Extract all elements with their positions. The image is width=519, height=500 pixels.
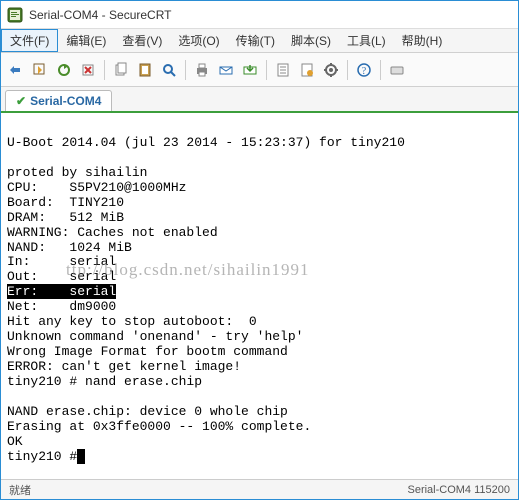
term-line: tiny210 # [7, 449, 77, 464]
term-line: Unknown command 'onenand' - try 'help' [7, 329, 303, 344]
term-line: tiny210 # nand erase.chip [7, 374, 202, 389]
connect-icon[interactable] [5, 59, 27, 81]
receive-icon[interactable] [239, 59, 261, 81]
options-icon[interactable] [320, 59, 342, 81]
print-icon[interactable] [191, 59, 213, 81]
toolbar-separator [185, 60, 186, 80]
paste-icon[interactable] [134, 59, 156, 81]
status-bar: 就绪 Serial-COM4 115200 [1, 479, 518, 499]
send-icon[interactable] [215, 59, 237, 81]
terminal-pane[interactable]: U-Boot 2014.04 (jul 23 2014 - 15:23:37) … [1, 113, 518, 473]
copy-icon[interactable] [110, 59, 132, 81]
term-line: ERROR: can't get kernel image! [7, 359, 241, 374]
quick-connect-icon[interactable] [29, 59, 51, 81]
status-right: Serial-COM4 115200 [407, 484, 510, 496]
menu-help[interactable]: 帮助(H) [394, 29, 451, 52]
tab-bar: ✔ Serial-COM4 [1, 87, 518, 113]
find-icon[interactable] [158, 59, 180, 81]
toolbar-separator [347, 60, 348, 80]
menu-bar: 文件(F) 编辑(E) 查看(V) 选项(O) 传输(T) 脚本(S) 工具(L… [1, 29, 518, 53]
session-tab[interactable]: ✔ Serial-COM4 [5, 90, 112, 111]
status-left: 就绪 [9, 482, 31, 498]
toolbar-separator [266, 60, 267, 80]
toolbar-separator [104, 60, 105, 80]
term-line-highlight: Err: serial [7, 284, 116, 299]
disconnect-icon[interactable] [77, 59, 99, 81]
term-line: Board: TINY210 [7, 195, 124, 210]
term-line: Erasing at 0x3ffe0000 -- 100% complete. [7, 419, 311, 434]
reconnect-icon[interactable] [53, 59, 75, 81]
term-line: Hit any key to stop autoboot: 0 [7, 314, 257, 329]
keyboard-icon[interactable] [386, 59, 408, 81]
term-line: NAND erase.chip: device 0 whole chip [7, 404, 288, 419]
toolbar-separator [380, 60, 381, 80]
menu-options[interactable]: 选项(O) [170, 29, 227, 52]
term-line: CPU: S5PV210@1000MHz [7, 180, 186, 195]
properties-icon[interactable] [272, 59, 294, 81]
tab-label: Serial-COM4 [30, 94, 101, 108]
term-line: Out: serial [7, 269, 116, 284]
term-line: WARNING: Caches not enabled [7, 225, 218, 240]
toolbar: ? [1, 53, 518, 87]
term-line: NAND: 1024 MiB [7, 240, 132, 255]
help-icon[interactable]: ? [353, 59, 375, 81]
menu-transfer[interactable]: 传输(T) [228, 29, 283, 52]
term-line: In: serial [7, 254, 116, 269]
menu-file[interactable]: 文件(F) [1, 29, 58, 52]
term-line: proted by sihailin [7, 165, 147, 180]
menu-edit[interactable]: 编辑(E) [58, 29, 114, 52]
term-line: Wrong Image Format for bootm command [7, 344, 288, 359]
title-bar: Serial-COM4 - SecureCRT [1, 1, 518, 29]
window-title: Serial-COM4 - SecureCRT [29, 8, 171, 22]
menu-script[interactable]: 脚本(S) [283, 29, 339, 52]
svg-text:?: ? [362, 66, 367, 77]
term-line-highlight [77, 449, 85, 464]
log-icon[interactable] [296, 59, 318, 81]
term-line: OK [7, 434, 23, 449]
check-icon: ✔ [16, 94, 26, 108]
menu-tools[interactable]: 工具(L) [339, 29, 394, 52]
app-icon [7, 7, 23, 23]
term-line: Net: dm9000 [7, 299, 116, 314]
menu-view[interactable]: 查看(V) [114, 29, 170, 52]
term-line: U-Boot 2014.04 (jul 23 2014 - 15:23:37) … [7, 135, 405, 150]
term-line: DRAM: 512 MiB [7, 210, 124, 225]
